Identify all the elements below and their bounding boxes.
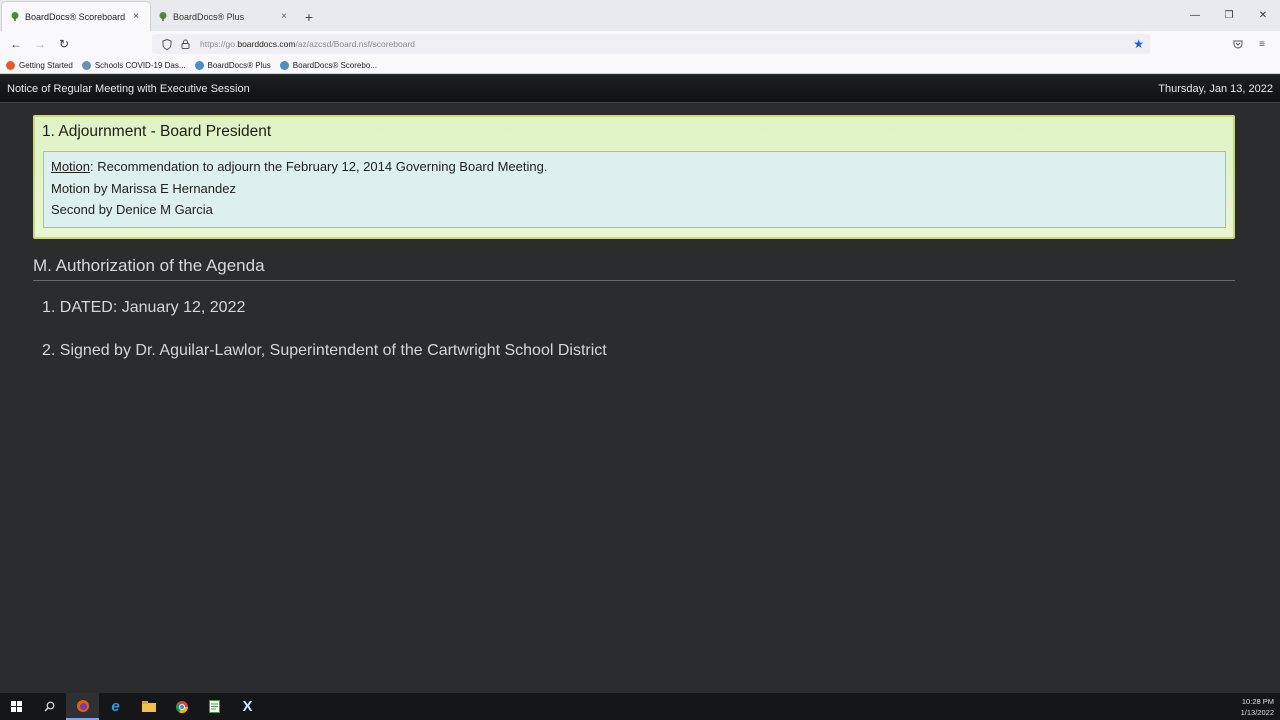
x-app-icon[interactable]: X <box>231 693 264 720</box>
forward-arrow-icon[interactable]: → <box>28 33 52 55</box>
section-divider <box>33 280 1235 281</box>
browser-nav-bar: ← → ↻ https://go.boarddocs.com/az/azcsd/… <box>0 31 1280 57</box>
menu-icon[interactable]: ≡ <box>1250 34 1274 54</box>
bookmarks-bar: Getting Started Schools COVID-19 Das... … <box>0 57 1280 74</box>
boarddocs-icon <box>194 60 204 70</box>
tab-title: BoardDocs® Scoreboard <box>25 11 126 22</box>
bookmark-label: BoardDocs® Scorebo... <box>292 60 377 70</box>
close-window-button[interactable]: ✕ <box>1246 0 1280 31</box>
meeting-date: Thursday, Jan 13, 2022 <box>1158 82 1273 95</box>
bookmark-label: BoardDocs® Plus <box>207 60 271 70</box>
close-tab-icon[interactable]: × <box>130 11 142 22</box>
boarddocs-tree-icon <box>10 12 20 21</box>
shield-icon[interactable] <box>160 37 174 51</box>
tab-boarddocs-plus[interactable]: BoardDocs® Plus × <box>150 2 298 31</box>
windows-start-icon[interactable] <box>0 693 33 720</box>
address-bar[interactable]: https://go.boarddocs.com/az/azcsd/Board.… <box>152 34 1150 54</box>
new-tab-button[interactable]: + <box>298 2 320 31</box>
firefox-icon <box>6 60 15 70</box>
file-explorer-icon[interactable] <box>132 693 165 720</box>
section-item: 2. Signed by Dr. Aguilar-Lawlor, Superin… <box>42 342 607 359</box>
current-agenda-item: 1. Adjournment - Board President Motion:… <box>33 115 1235 239</box>
scoreboard-content: 1. Adjournment - Board President Motion:… <box>0 103 1280 693</box>
url-domain: boarddocs.com <box>237 39 296 49</box>
back-arrow-icon[interactable]: ← <box>4 33 28 55</box>
bookmark-getting-started[interactable]: Getting Started <box>6 60 73 70</box>
globe-icon <box>81 60 91 70</box>
pocket-icon[interactable] <box>1226 34 1250 54</box>
section-item: 1. DATED: January 12, 2022 <box>42 299 246 316</box>
agenda-item-title: 1. Adjournment - Board President <box>42 123 272 140</box>
bookmark-boarddocs-scoreboard[interactable]: BoardDocs® Scorebo... <box>279 60 377 70</box>
motion-by: Motion by Marissa E Hernandez <box>51 181 236 196</box>
meeting-header: Notice of Regular Meeting with Executive… <box>0 75 1280 103</box>
windows-taskbar: e X 10:28 PM 1/13/2022 <box>0 693 1280 720</box>
tab-title: BoardDocs® Plus <box>173 11 245 22</box>
motion-text: : Recommendation to adjourn the February… <box>90 159 548 174</box>
motion-box: Motion: Recommendation to adjourn the Fe… <box>43 151 1226 228</box>
url-path: /az/azcsd/Board.nsf/scoreboard <box>295 39 416 49</box>
motion-line: Motion: Recommendation to adjourn the Fe… <box>51 159 547 174</box>
bookmark-schools-covid[interactable]: Schools COVID-19 Das... <box>81 60 186 70</box>
browser-tab-bar: BoardDocs® Scoreboard × BoardDocs® Plus … <box>0 0 1280 31</box>
boarddocs-tree-icon <box>158 12 168 21</box>
edge-icon[interactable]: e <box>99 693 132 720</box>
firefox-icon[interactable] <box>66 693 99 720</box>
bookmark-label: Schools COVID-19 Das... <box>94 60 186 70</box>
notepad-icon[interactable] <box>198 693 231 720</box>
close-tab-icon[interactable]: × <box>278 11 290 22</box>
bookmark-label: Getting Started <box>19 60 73 70</box>
toolbar-right: ≡ <box>1226 34 1274 54</box>
bookmark-boarddocs-plus[interactable]: BoardDocs® Plus <box>194 60 271 70</box>
second-by: Second by Denice M Garcia <box>51 202 213 217</box>
tab-boarddocs-scoreboard[interactable]: BoardDocs® Scoreboard × <box>2 2 150 31</box>
restore-button[interactable]: ❐ <box>1212 0 1246 31</box>
reload-icon[interactable]: ↻ <box>52 33 76 55</box>
clock-date: 1/13/2022 <box>1240 708 1274 717</box>
meeting-title: Notice of Regular Meeting with Executive… <box>7 82 250 95</box>
minimize-button[interactable]: — <box>1178 0 1212 31</box>
chrome-icon[interactable] <box>165 693 198 720</box>
section-title: M. Authorization of the Agenda <box>33 256 265 275</box>
motion-label: Motion <box>51 159 91 174</box>
lock-icon[interactable] <box>178 37 192 51</box>
clock-time: 10:28 PM <box>1241 697 1274 706</box>
search-icon[interactable] <box>33 693 66 720</box>
boarddocs-icon <box>279 60 289 70</box>
window-controls: — ❐ ✕ <box>1178 0 1280 31</box>
url-text[interactable]: https://go.boarddocs.com/az/azcsd/Board.… <box>200 39 415 49</box>
bookmark-star-icon[interactable]: ★ <box>1133 37 1144 51</box>
url-prefix: https://go. <box>200 39 238 49</box>
system-clock[interactable]: 10:28 PM 1/13/2022 <box>1241 696 1274 718</box>
